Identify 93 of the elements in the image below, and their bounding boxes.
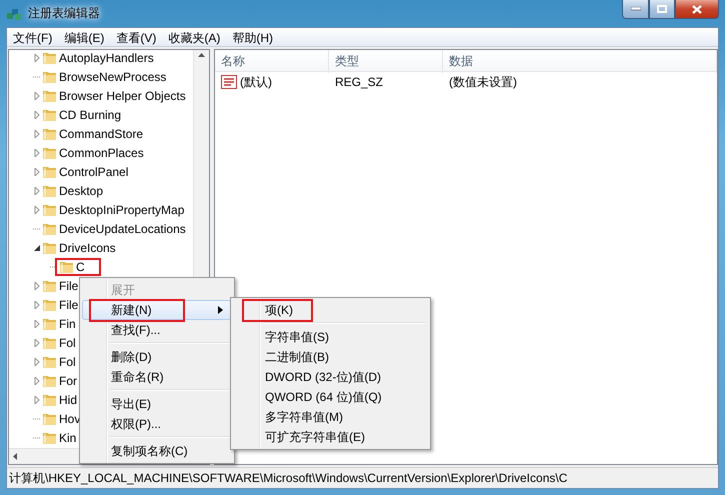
folder-icon [42,108,57,122]
folder-icon [42,374,57,388]
folder-icon [42,70,57,84]
folder-icon [42,430,57,444]
string-value-icon [221,75,237,89]
expand-arrow-icon[interactable] [33,128,41,138]
menu-item[interactable]: 复制项名称(C) [82,441,232,461]
tree-item[interactable]: File [59,278,78,292]
folder-icon [42,278,57,292]
expand-arrow-icon[interactable] [33,376,41,386]
minimize-button[interactable] [622,0,649,19]
tree-item[interactable]: Kin [59,430,76,444]
menu-bar-item[interactable]: 查看(V) [110,28,162,46]
value-name: (默认) [240,74,272,90]
close-icon [692,4,702,14]
menu-item[interactable]: DWORD (32-位)值(D) [233,367,428,387]
menu-bar-item[interactable]: 收藏夹(A) [162,28,226,46]
maximize-button[interactable] [649,0,675,19]
folder-icon [42,202,57,216]
menu-item[interactable]: 多字符串值(M) [233,407,428,427]
menu-bar-item[interactable]: 文件(F) [7,28,58,46]
close-button[interactable] [675,0,719,19]
expand-arrow-icon[interactable] [33,186,41,196]
menu-item[interactable]: 可扩充字符串值(E) [233,427,428,447]
menu-item[interactable]: 删除(D) [82,347,232,367]
menu-item[interactable]: QWORD (64 位)值(Q) [233,387,428,407]
tree-item[interactable]: DeviceUpdateLocations [59,222,186,236]
column-header[interactable]: 名称 [215,50,329,73]
tree-item[interactable]: DriveIcons [59,240,116,254]
tree-item[interactable]: Hid [59,392,78,406]
folder-icon [42,240,57,254]
expand-arrow-icon[interactable] [33,204,41,214]
maximize-icon [657,5,667,13]
tree-item[interactable]: ControlPanel [59,164,128,178]
folder-icon [42,392,57,406]
menu-bar-item[interactable]: 帮助(H) [226,28,279,46]
expand-arrow-icon[interactable] [33,110,41,120]
tree-item[interactable]: Desktop [59,184,104,198]
menu-item[interactable]: 新建(N) [82,300,232,320]
expand-arrow-icon[interactable] [33,52,41,62]
folder-icon [42,354,57,368]
tree-item[interactable]: Fol [59,336,76,350]
menu-item[interactable]: 导出(E) [82,394,232,414]
folder-icon [42,164,57,178]
menu-item[interactable]: 项(K) [233,300,428,320]
tree-item[interactable]: Fol [59,354,76,368]
tree-item[interactable]: For [59,374,77,388]
tree-item[interactable]: File [59,298,78,312]
expand-arrow-icon[interactable] [33,394,41,404]
folder-icon [42,336,57,350]
window-title: 注册表编辑器 [28,5,100,22]
folder-icon [42,222,57,236]
tree-item[interactable]: CommandStore [59,126,144,140]
scroll-up-arrow-icon[interactable] [198,53,205,57]
folder-icon [42,412,57,426]
folder-icon [42,126,57,140]
menu-bar-item[interactable]: 编辑(E) [58,28,110,46]
table-cell-text: REG_SZ [334,75,384,89]
expand-arrow-icon[interactable] [33,338,41,348]
folder-icon [42,316,57,330]
menu-item[interactable]: 字符串值(S) [233,327,428,347]
status-bar: 计算机\HKEY_LOCAL_MACHINE\SOFTWARE\Microsoft\Windows\CurrentVersion\Explorer\DriveIcons\C [7,467,718,488]
menu-item[interactable]: 二进制值(B) [233,347,428,367]
tree-item[interactable]: CommonPlaces [59,146,144,160]
scroll-left-arrow-icon[interactable] [13,453,17,460]
menu-item[interactable]: 权限(P)... [82,414,232,434]
folder-icon [59,260,74,274]
tree-item[interactable]: Fin [59,316,76,330]
folder-icon [42,88,57,102]
folder-icon [42,298,57,312]
folder-icon [42,146,57,160]
minimize-icon [630,7,640,11]
column-header[interactable]: 类型 [329,50,443,73]
tree-item[interactable]: CD Burning [59,108,122,122]
folder-icon [42,184,57,198]
menu-item[interactable]: 重命名(R) [82,367,232,387]
tree-item[interactable]: AutoplayHandlers [59,50,154,64]
expand-arrow-icon[interactable] [33,90,41,100]
expand-arrow-icon[interactable] [33,280,41,290]
expand-arrow-icon[interactable] [33,300,41,310]
tree-item[interactable]: DesktopIniPropertyMap [59,202,184,216]
expand-arrow-icon[interactable] [33,148,41,158]
table-cell-text: (数值未设置) [448,74,518,90]
menu-item[interactable]: 查找(F)... [82,320,232,340]
expand-arrow-icon[interactable] [33,166,41,176]
tree-item[interactable]: Browser Helper Objects [59,88,186,102]
tree-item[interactable]: C [76,260,85,274]
tree-item[interactable]: BrowseNewProcess [59,70,166,84]
tree-item[interactable]: Hov [59,412,80,426]
collapse-arrow-icon[interactable] [33,242,41,252]
expand-arrow-icon[interactable] [33,318,41,328]
column-header[interactable]: 数据 [443,50,717,73]
expand-arrow-icon[interactable] [33,356,41,366]
